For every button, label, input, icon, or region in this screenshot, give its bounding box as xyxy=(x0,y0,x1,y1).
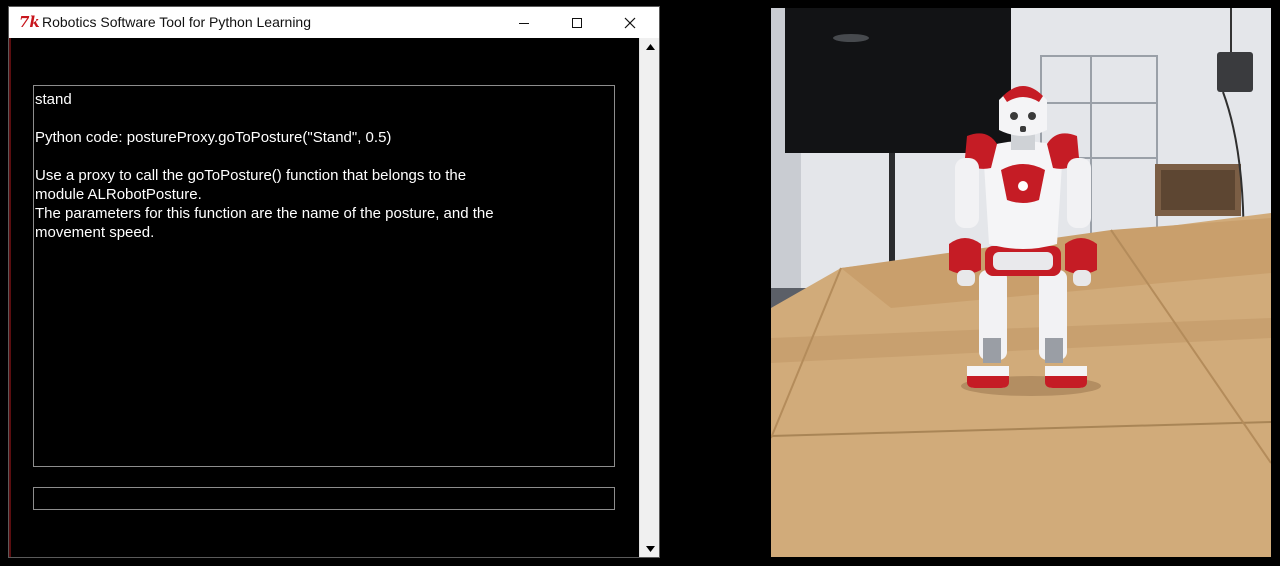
triangle-up-icon xyxy=(645,43,655,50)
vertical-scrollbar[interactable] xyxy=(639,38,659,557)
title-bar[interactable]: 7k Robotics Software Tool for Python Lea… xyxy=(9,7,659,39)
python-code-line: Python code: postureProxy.goToPosture("S… xyxy=(35,129,392,146)
scroll-down-button[interactable] xyxy=(640,540,660,557)
tv-screen xyxy=(785,8,1011,153)
maximize-button[interactable] xyxy=(554,7,600,38)
tk-feather-icon: 7k xyxy=(19,13,40,31)
robot-camera-feed xyxy=(771,8,1271,557)
close-button[interactable] xyxy=(607,7,653,38)
minimize-button[interactable] xyxy=(501,7,547,38)
close-icon xyxy=(624,17,636,28)
window-content: stand Python code: postureProxy.goToPost… xyxy=(9,38,639,557)
explanation-text-1: Use a proxy to call the goToPosture() fu… xyxy=(35,167,467,203)
command-echo: stand xyxy=(35,91,72,108)
scroll-up-button[interactable] xyxy=(640,38,660,55)
output-text-area[interactable]: stand Python code: postureProxy.goToPost… xyxy=(33,85,615,467)
window-title: Robotics Software Tool for Python Learni… xyxy=(42,14,312,30)
explanation-text-2: The parameters for this function are the… xyxy=(35,205,494,241)
triangle-down-icon xyxy=(645,545,655,552)
app-window: 7k Robotics Software Tool for Python Lea… xyxy=(8,6,660,558)
left-border-accent xyxy=(9,38,11,557)
maximize-icon xyxy=(572,17,582,28)
command-input[interactable] xyxy=(33,487,615,510)
robot-scene xyxy=(771,8,1271,557)
minimize-icon xyxy=(519,22,529,24)
